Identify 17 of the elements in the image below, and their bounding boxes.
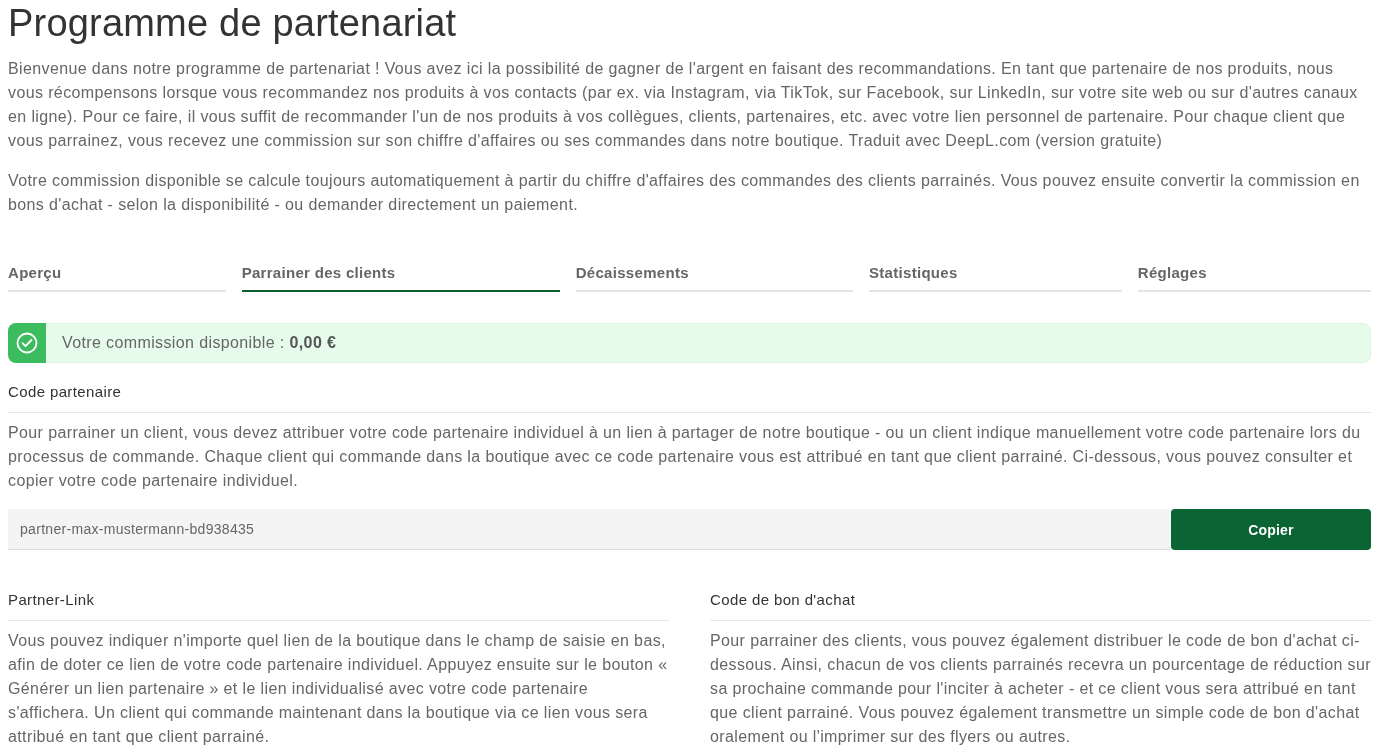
- section-heading: Code de bon d'achat: [710, 588, 1371, 621]
- section-text: Vous pouvez indiquer n'importe quel lien de la boutique dans le champ de saisie en bas, afin de doter ce lien de votre code partenaire individuel. Appuyez ensuite sur le bouton « Générer un lien partenaire » et le lien individualisé avec votre code partenaire s'affichera. Un client qui commande maintenant dans la boutique via ce lien vous sera attribué en tant que client parrainé.: [8, 631, 669, 747]
- section-heading: Code partenaire: [8, 380, 1371, 413]
- intro-paragraph: Bienvenue dans notre programme de partenariat ! Vous avez ici la possibilité de gagner de l'argent en faisant des recommandations. En tant que partenaire de nos produits, nous vous récompensons lorsque vous recommandez nos produits à vos contacts (par ex. via Instagram, via TikTok, sur Facebook, sur LinkedIn, sur votre site web ou sur d'autres canaux en ligne). Pour ce faire, il vous suffit de recommander l'un de nos produits à vos collègues, clients, partenaires, etc. avec votre lien personnel de partenaire. Pour chaque client que vous parrainez, vous recevez une commission sur son chiffre d'affaires ou ses commandes dans notre boutique. Traduit avec DeepL.com (version gratuite): [8, 59, 1359, 151]
- tab[interactable]: Aperçu: [8, 261, 226, 292]
- copy-button[interactable]: Copier: [1171, 509, 1371, 550]
- section-text: Pour parrainer un client, vous devez attribuer votre code partenaire individuel à un lien à partager de notre boutique - ou un client indique manuellement votre code partenaire lors du processus de commande. Chaque client qui commande dans la boutique avec ce code partenaire vous est attribué en tant que client parrainé. Ci-dessous, vous pouvez consulter et copier votre code partenaire individuel.: [8, 423, 1362, 491]
- section-text: Pour parrainer des clients, vous pouvez également distribuer le code de bon d'achat ci-dessous. Ainsi, chacun de vos clients parrainés recevra un pourcentage de réduction sur sa prochaine commande pour l'inciter à acheter - et ce client vous sera attribué en tant que client parrainé. Vous pouvez également transmettre un simple code de bon d'achat oralement ou l'imprimer sur des flyers ou autres.: [710, 631, 1371, 747]
- tab[interactable]: Statistiques: [869, 261, 1122, 292]
- intro-paragraph: Votre commission disponible se calcule toujours automatiquement à partir du chiffre d'affaires des commandes des clients parrainés. Vous pouvez ensuite convertir la commission en bons d'achat - selon la disponibilité - ou demander directement un paiement.: [8, 171, 1361, 215]
- section-heading: Partner-Link: [8, 588, 669, 621]
- tab[interactable]: Parrainer des clients: [241, 261, 560, 292]
- tab[interactable]: Décaissements: [575, 261, 853, 292]
- code-field[interactable]: partner-max-mustermann-bd938435: [8, 509, 1171, 550]
- tab[interactable]: Réglages: [1137, 261, 1372, 292]
- page-title: Programme de partenariat: [8, 1, 458, 46]
- commission-text: Votre commission disponible : 0,00 €: [62, 333, 337, 353]
